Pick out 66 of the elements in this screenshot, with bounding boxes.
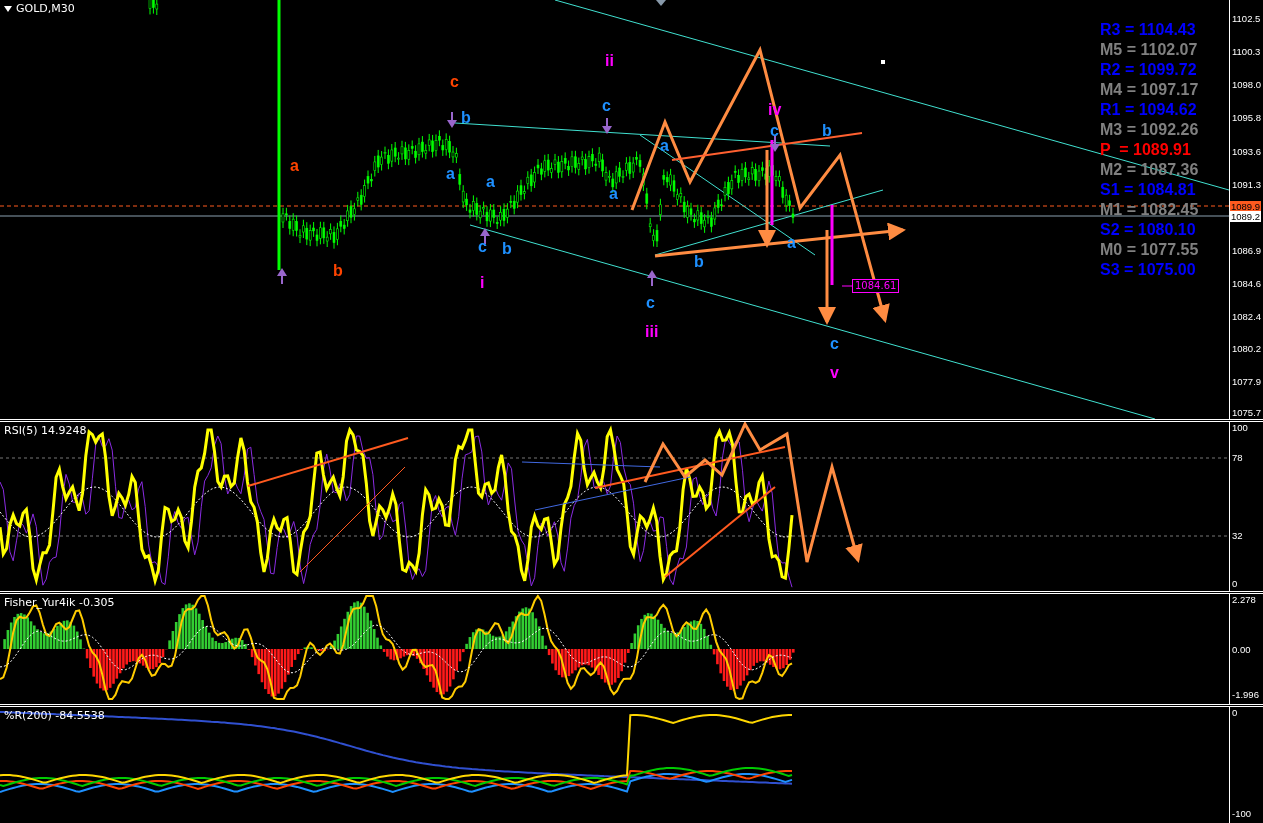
axis-tick-label: 1077.9	[1232, 376, 1262, 388]
wave-label: c	[478, 239, 487, 255]
pivot-level: S3 = 1075.00	[1100, 260, 1196, 280]
pivot-level: M3 = 1092.26	[1100, 120, 1199, 140]
down-arrow-icon	[770, 136, 780, 152]
down-arrow-icon	[602, 118, 612, 134]
wave-label: b	[502, 241, 512, 257]
wave-label: v	[830, 365, 839, 381]
axis-tick-label: 2.278	[1232, 594, 1256, 606]
pivot-level: M0 = 1077.55	[1100, 240, 1199, 260]
axis-tick-label: 1102.5	[1232, 13, 1261, 25]
wave-label: b	[822, 123, 832, 139]
axis-tick-label: 32	[1232, 530, 1243, 542]
wave-label: i	[480, 275, 485, 291]
wave-label: a	[609, 186, 618, 202]
wave-label: c	[602, 98, 611, 114]
axis-tick-label: 1095.8	[1232, 112, 1262, 124]
pivot-level: M4 = 1097.17	[1100, 80, 1199, 100]
axis-tick-label: 1086.9	[1232, 245, 1262, 257]
indicator-title: Fisher_Yur4ik -0.305	[4, 596, 115, 609]
chart-symbol-title: GOLD,M30	[16, 2, 75, 15]
wave-label: c	[830, 336, 839, 352]
axis-tick-label: 1084.6	[1232, 278, 1262, 290]
pivot-level: S1 = 1084.81	[1100, 180, 1196, 200]
wave-label: a	[660, 138, 669, 154]
pivot-level: S2 = 1080.10	[1100, 220, 1196, 240]
wave-label: b	[461, 110, 471, 126]
wave-label: c	[770, 123, 779, 139]
down-arrow-icon	[447, 112, 457, 128]
axis-tick-label: -1.996	[1232, 689, 1259, 701]
axis-tick-label: 1100.3	[1232, 46, 1261, 58]
axis-tick-label: 1080.2	[1232, 343, 1262, 355]
axis-tick-label: 0	[1232, 578, 1238, 590]
axis-tick-label: 1093.6	[1232, 146, 1262, 158]
up-arrow-icon	[277, 268, 287, 284]
price-label: 1084.61	[852, 279, 900, 293]
axis-tick-label: 100	[1232, 422, 1248, 434]
axis-tick-label: 1082.4	[1232, 311, 1262, 323]
axis-tick-label: 0	[1232, 707, 1238, 719]
wave-label: a	[446, 166, 455, 182]
caret-icon	[4, 5, 12, 12]
leader-line	[841, 285, 853, 287]
pivot-level: R3 = 1104.43	[1100, 20, 1196, 40]
wave-label: ii	[605, 53, 614, 69]
axis-tick-label: 1098.0	[1232, 79, 1262, 91]
axis-tick-label: -100	[1232, 808, 1251, 820]
axis-tick-label: 0.00	[1232, 644, 1251, 656]
wave-label: c	[450, 74, 459, 90]
wave-label: c	[646, 295, 655, 311]
wave-label: a	[486, 174, 495, 190]
wave-label: b	[333, 263, 343, 279]
axis-tick-label: 78	[1232, 452, 1243, 464]
pivot-level: R2 = 1099.72	[1100, 60, 1197, 80]
pivot-level: R1 = 1094.62	[1100, 100, 1197, 120]
up-arrow-icon	[647, 270, 657, 286]
wave-label: a	[290, 158, 299, 174]
indicator-title: RSI(5) 14.9248	[4, 424, 87, 437]
wave-label: iii	[645, 324, 659, 340]
triangle-marker	[656, 0, 666, 6]
up-arrow-icon	[480, 228, 490, 244]
last-price-tag: 1089.2	[1230, 211, 1262, 222]
axis-tick-label: 1075.7	[1232, 407, 1262, 419]
axis-tick-label: 1091.3	[1232, 179, 1262, 191]
pivot-level: P = 1089.91	[1100, 140, 1191, 160]
wave-label: b	[694, 254, 704, 270]
pivot-level: M5 = 1102.07	[1100, 40, 1198, 60]
